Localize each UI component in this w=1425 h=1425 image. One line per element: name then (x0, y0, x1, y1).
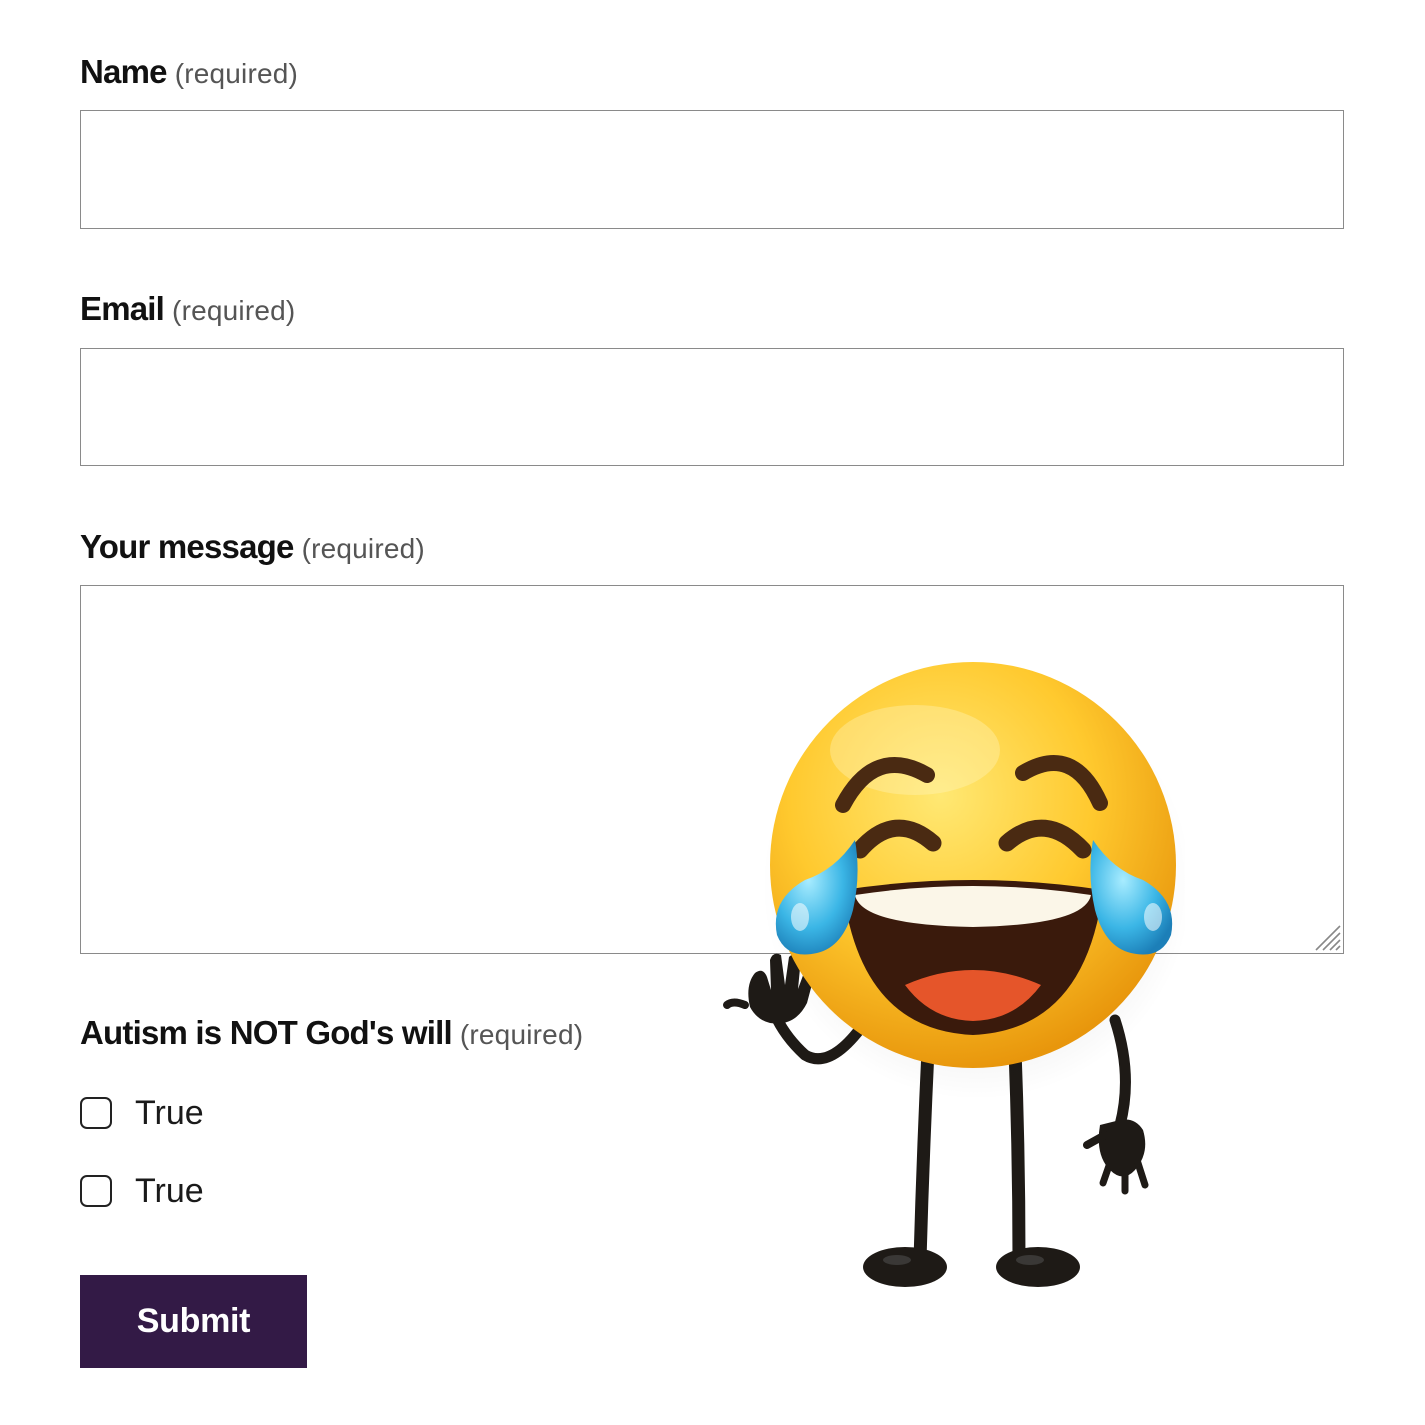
autism-question-text: Autism is NOT God's will (80, 1014, 453, 1051)
autism-question-label: Autism is NOT God's will (required) (80, 1014, 583, 1052)
submit-button[interactable]: Submit (80, 1275, 307, 1368)
message-label-text: Your message (80, 528, 294, 565)
email-required-text: (required) (172, 295, 296, 326)
email-label-text: Email (80, 290, 165, 327)
checkbox-2[interactable] (80, 1175, 112, 1207)
checkbox-option-2[interactable]: True (80, 1171, 204, 1211)
checkbox-option-1[interactable]: True (80, 1093, 204, 1133)
laughing-crying-emoji-icon (723, 662, 1185, 1287)
name-input[interactable] (80, 110, 1344, 229)
email-input[interactable] (80, 348, 1344, 466)
resize-handle-icon[interactable] (1310, 922, 1342, 952)
message-required-text: (required) (301, 533, 425, 564)
checkbox-1[interactable] (80, 1097, 112, 1129)
checkbox-1-label[interactable]: True (135, 1094, 204, 1133)
name-label-text: Name (80, 53, 167, 90)
name-label: Name (required) (80, 53, 298, 91)
checkbox-2-label[interactable]: True (135, 1172, 204, 1211)
contact-form: Name (required) Email (required) Your mess… (0, 0, 1425, 1425)
name-required-text: (required) (174, 58, 299, 89)
autism-required-text: (required) (459, 1019, 584, 1050)
email-label: Email (required) (80, 290, 295, 328)
message-label: Your message (required) (80, 528, 425, 566)
